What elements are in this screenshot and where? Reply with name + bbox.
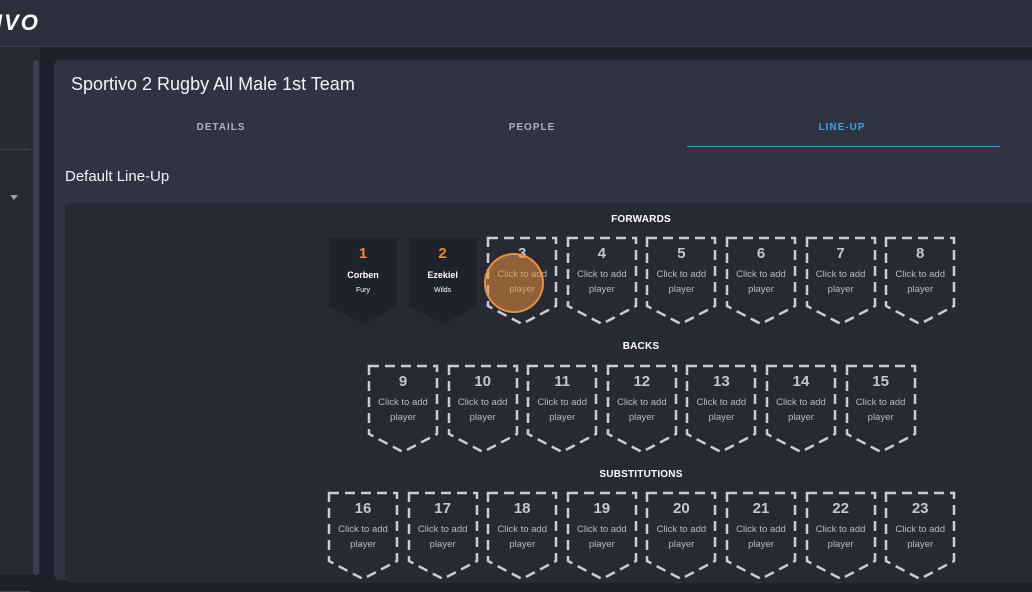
add-player-label: Click to addplayer [736, 524, 786, 550]
click-indicator [484, 253, 544, 313]
slot-number: 13 [713, 373, 730, 390]
add-player-label: Click to addplayer [855, 397, 906, 423]
add-player-label: Click to addplayer [736, 269, 786, 295]
player-slot-empty[interactable]: 7 Click to add player [805, 236, 877, 326]
slot-number: 18 [513, 500, 531, 517]
slot-number: 21 [752, 500, 770, 517]
add-player-label: Click to addplayer [776, 397, 826, 423]
player-slot-empty[interactable]: 19 Click to add player [566, 491, 638, 581]
add-player-label: Click to addplayer [576, 269, 627, 295]
lineup-title: Default Line-Up [65, 168, 170, 185]
page-title: Sportivo 2 Rugby All Male 1st Team [71, 74, 355, 94]
add-player-label: Click to addplayer [616, 397, 667, 423]
slot-number: 19 [593, 500, 611, 517]
sidebar-divider [0, 149, 30, 150]
add-player-label: Click to addplayer [895, 524, 945, 550]
player-slot-empty[interactable]: 9 Click to add player [367, 364, 439, 454]
section-label-backs: BACKS [622, 341, 660, 352]
slot-number: 22 [832, 500, 849, 517]
sidebar-scrollbar[interactable] [33, 60, 39, 575]
slot-number: 6 [756, 245, 766, 262]
slot-number: 12 [633, 373, 651, 390]
player-last-name: Fury [356, 287, 370, 294]
section-label-substitutions: SUBSTITUTIONS [599, 469, 683, 480]
player-slot-empty[interactable]: 20 Click to add player [645, 491, 717, 581]
slot-number: 14 [792, 373, 810, 390]
player-slot-filled[interactable]: 2 Ezekiel Wilds [407, 236, 479, 326]
player-slot-empty[interactable]: 12 Click to add player [606, 364, 678, 454]
add-player-label: Click to addplayer [378, 397, 428, 423]
top-bar: IVO [0, 0, 1032, 47]
section-label-forwards: FORWARDS [611, 214, 671, 225]
add-player-label: Click to addplayer [895, 269, 945, 295]
chevron-down-icon[interactable] [10, 195, 18, 200]
player-slot-empty[interactable]: 8 Click to add player [884, 236, 956, 326]
add-player-label: Click to addplayer [576, 524, 627, 550]
add-player-label: Click to addplayer [656, 524, 707, 550]
player-slot-empty[interactable]: 22 Click to add player [805, 491, 877, 581]
slot-number: 10 [474, 373, 491, 390]
player-last-name: Wilds [434, 287, 452, 294]
player-slot-empty[interactable]: 18 Click to add player [486, 491, 558, 581]
player-slot-empty[interactable]: 10 Click to add player [447, 364, 519, 454]
slot-number: 9 [398, 373, 408, 390]
player-slot-empty[interactable]: 5 Click to add player [645, 236, 717, 326]
add-player-label: Click to addplayer [417, 524, 468, 550]
slot-number: 20 [673, 500, 690, 517]
player-first-name: Ezekiel [427, 270, 458, 280]
active-tab-indicator [687, 146, 1000, 147]
add-player-label: Click to addplayer [457, 397, 508, 423]
add-player-label: Click to addplayer [338, 524, 388, 550]
player-slot-empty[interactable]: 17 Click to add player [407, 491, 479, 581]
player-slot-empty[interactable]: 11 Click to add player [526, 364, 598, 454]
slot-number: 17 [434, 500, 451, 517]
slot-number: 8 [916, 245, 925, 262]
slot-number: 5 [677, 245, 686, 262]
add-player-label: Click to addplayer [656, 269, 707, 295]
player-slot-empty[interactable]: 21 Click to add player [725, 491, 797, 581]
slot-number: 7 [836, 245, 845, 262]
add-player-label: Click to addplayer [815, 524, 866, 550]
add-player-label: Click to addplayer [696, 397, 747, 423]
player-slot-empty[interactable]: 16 Click to add player [327, 491, 399, 581]
slot-number: 1 [358, 245, 368, 262]
slot-number: 15 [872, 373, 889, 390]
app-logo[interactable]: IVO [0, 10, 40, 36]
add-player-label: Click to addplayer [815, 269, 866, 295]
add-player-label: Click to addplayer [497, 524, 547, 550]
slot-number: 11 [554, 373, 571, 390]
player-slot-filled[interactable]: 1 Corben Fury [327, 236, 399, 326]
player-slot-empty[interactable]: 4 Click to add player [566, 236, 638, 326]
tab-people[interactable]: PEOPLE [377, 122, 687, 133]
add-player-label: Click to addplayer [537, 397, 587, 423]
player-slot-empty[interactable]: 13 Click to add player [685, 364, 757, 454]
player-slot-empty[interactable]: 14 Click to add player [765, 364, 837, 454]
slot-number: 16 [354, 500, 372, 517]
slot-number: 4 [597, 245, 606, 262]
player-slot-empty[interactable]: 23 Click to add player [884, 491, 956, 581]
player-slot-empty[interactable]: 15 Click to add player [845, 364, 917, 454]
player-first-name: Corben [347, 270, 379, 280]
slot-number: 23 [911, 500, 929, 517]
player-slot-empty[interactable]: 6 Click to add player [725, 236, 797, 326]
tab-details[interactable]: DETAILS [66, 122, 376, 133]
tab-line-up[interactable]: LINE-UP [687, 122, 997, 133]
slot-number: 2 [438, 245, 447, 262]
